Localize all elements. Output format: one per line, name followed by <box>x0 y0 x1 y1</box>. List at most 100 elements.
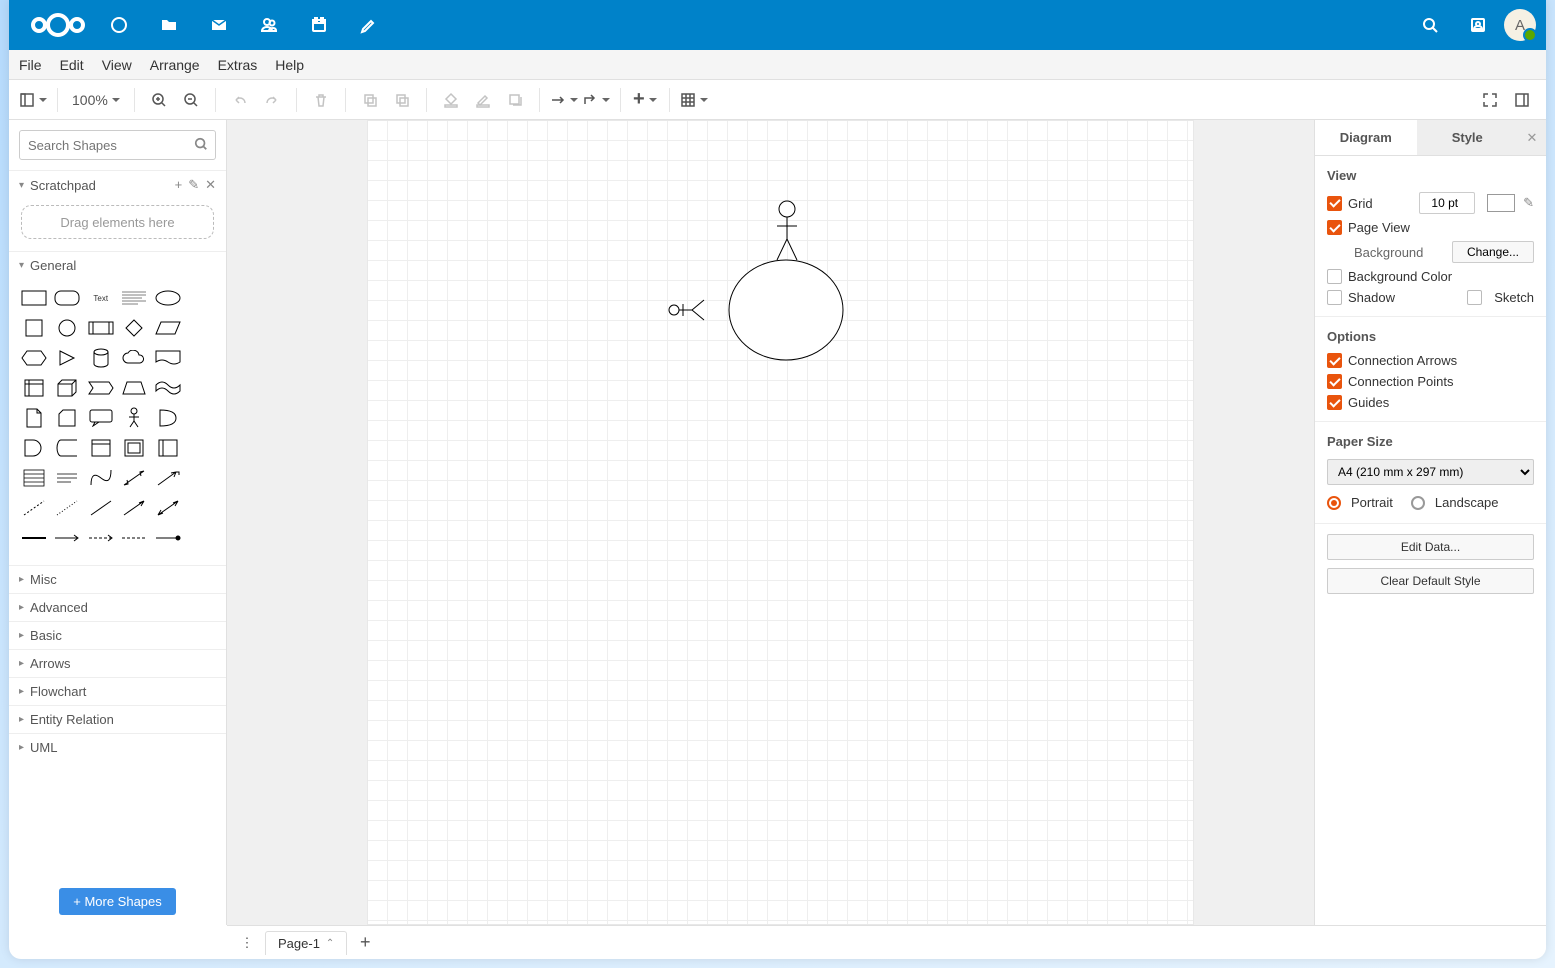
papersize-select[interactable]: A4 (210 mm x 297 mm) <box>1327 459 1534 485</box>
shape-dashed[interactable] <box>19 497 49 519</box>
close-format-panel[interactable]: ✕ <box>1518 120 1546 155</box>
section-advanced[interactable]: ▸Advanced <box>9 594 226 621</box>
shape-callout[interactable] <box>86 407 116 429</box>
shape-curve[interactable] <box>86 467 116 489</box>
contacts-menu-icon[interactable] <box>1456 3 1500 47</box>
section-arrows[interactable]: ▸Arrows <box>9 650 226 677</box>
dashboard-icon[interactable] <box>97 3 141 47</box>
shape-list2[interactable] <box>53 467 83 489</box>
shape-harrow1[interactable] <box>53 527 83 549</box>
shape-hline[interactable] <box>19 527 49 549</box>
menu-view[interactable]: View <box>102 57 132 73</box>
shape-harrow2[interactable] <box>86 527 116 549</box>
nextcloud-logo[interactable] <box>27 9 89 41</box>
shape-text[interactable]: Text <box>86 287 116 309</box>
view-mode-dropdown[interactable] <box>19 86 47 114</box>
section-basic[interactable]: ▸Basic <box>9 622 226 649</box>
menu-edit[interactable]: Edit <box>60 57 84 73</box>
scratchpad-add-icon[interactable]: + <box>175 177 183 193</box>
shape-roundrect[interactable] <box>53 287 83 309</box>
diagram-actor-left[interactable] <box>669 300 704 320</box>
menu-extras[interactable]: Extras <box>218 57 258 73</box>
shape-trapezoid[interactable] <box>120 377 150 399</box>
bgcolor-checkbox[interactable] <box>1327 269 1342 284</box>
grid-size-input[interactable] <box>1419 192 1475 214</box>
shape-tape[interactable] <box>153 377 183 399</box>
shape-search-input[interactable] <box>19 130 216 160</box>
shape-connector[interactable] <box>153 527 183 549</box>
menu-file[interactable]: File <box>19 57 42 73</box>
shape-hcontainer[interactable] <box>153 437 183 459</box>
section-general[interactable]: ▾General <box>9 252 226 279</box>
shape-line3[interactable] <box>86 497 116 519</box>
portrait-radio[interactable] <box>1327 496 1341 510</box>
shape-rect[interactable] <box>19 287 49 309</box>
shape-textbox[interactable] <box>120 287 150 309</box>
shape-diamond[interactable] <box>120 317 150 339</box>
to-front-button[interactable] <box>356 86 384 114</box>
diagram-ellipse[interactable] <box>729 260 843 360</box>
shape-frame[interactable] <box>120 437 150 459</box>
shape-hexagon[interactable] <box>19 347 49 369</box>
page-tab-1[interactable]: Page-1⌃ <box>265 931 347 955</box>
shape-document[interactable] <box>153 347 183 369</box>
grid-checkbox[interactable] <box>1327 196 1342 211</box>
shape-line-arrow1[interactable] <box>120 497 150 519</box>
search-icon[interactable] <box>1408 3 1452 47</box>
shape-arrow[interactable] <box>153 467 183 489</box>
shape-circle[interactable] <box>53 317 83 339</box>
scratchpad-dropzone[interactable]: Drag elements here <box>21 205 214 239</box>
section-uml[interactable]: ▸UML <box>9 734 226 761</box>
more-shapes-button[interactable]: + More Shapes <box>59 888 176 915</box>
waypoint-dropdown[interactable] <box>582 86 610 114</box>
shape-datastore[interactable] <box>53 437 83 459</box>
background-change-button[interactable]: Change... <box>1452 241 1534 263</box>
guides-checkbox[interactable] <box>1327 395 1342 410</box>
shape-process[interactable] <box>86 317 116 339</box>
shape-ellipse[interactable] <box>153 287 183 309</box>
menu-help[interactable]: Help <box>275 57 304 73</box>
shape-note[interactable] <box>19 407 49 429</box>
table-dropdown[interactable] <box>680 86 708 114</box>
shape-square[interactable] <box>19 317 49 339</box>
shape-actor[interactable] <box>120 407 150 429</box>
diagram-actor-top[interactable] <box>777 201 797 260</box>
delete-button[interactable] <box>307 86 335 114</box>
conn-arrows-checkbox[interactable] <box>1327 353 1342 368</box>
section-flowchart[interactable]: ▸Flowchart <box>9 678 226 705</box>
insert-dropdown[interactable]: + <box>631 86 659 114</box>
shape-cylinder[interactable] <box>86 347 116 369</box>
connection-dropdown[interactable] <box>550 86 578 114</box>
shape-triangle[interactable] <box>53 347 83 369</box>
mail-icon[interactable] <box>197 3 241 47</box>
redo-button[interactable] <box>258 86 286 114</box>
search-icon[interactable] <box>194 137 208 154</box>
shape-list[interactable] <box>19 467 49 489</box>
shadow-button[interactable] <box>501 86 529 114</box>
grid-color-swatch[interactable] <box>1487 194 1515 212</box>
pageview-checkbox[interactable] <box>1327 220 1342 235</box>
section-misc[interactable]: ▸Misc <box>9 566 226 593</box>
calendar-icon[interactable] <box>297 3 341 47</box>
to-back-button[interactable] <box>388 86 416 114</box>
shape-parallelogram[interactable] <box>153 317 183 339</box>
edit-data-button[interactable]: Edit Data... <box>1327 534 1534 560</box>
tab-diagram[interactable]: Diagram <box>1315 120 1417 155</box>
shadow-checkbox[interactable] <box>1327 290 1342 305</box>
edit-icon[interactable] <box>347 3 391 47</box>
files-icon[interactable] <box>147 3 191 47</box>
shape-container[interactable] <box>86 437 116 459</box>
grid-color-edit-icon[interactable]: ✎ <box>1523 195 1534 211</box>
shape-cube[interactable] <box>53 377 83 399</box>
canvas-area[interactable] <box>227 120 1314 925</box>
shape-bidir-arrow[interactable] <box>120 467 150 489</box>
zoom-dropdown[interactable]: 100% <box>68 86 124 114</box>
clear-default-style-button[interactable]: Clear Default Style <box>1327 568 1534 594</box>
landscape-radio[interactable] <box>1411 496 1425 510</box>
shape-internal-storage[interactable] <box>19 377 49 399</box>
shape-cloud[interactable] <box>120 347 150 369</box>
add-page-button[interactable]: + <box>351 929 379 957</box>
line-color-button[interactable] <box>469 86 497 114</box>
contacts-icon[interactable] <box>247 3 291 47</box>
menu-arrange[interactable]: Arrange <box>150 57 200 73</box>
